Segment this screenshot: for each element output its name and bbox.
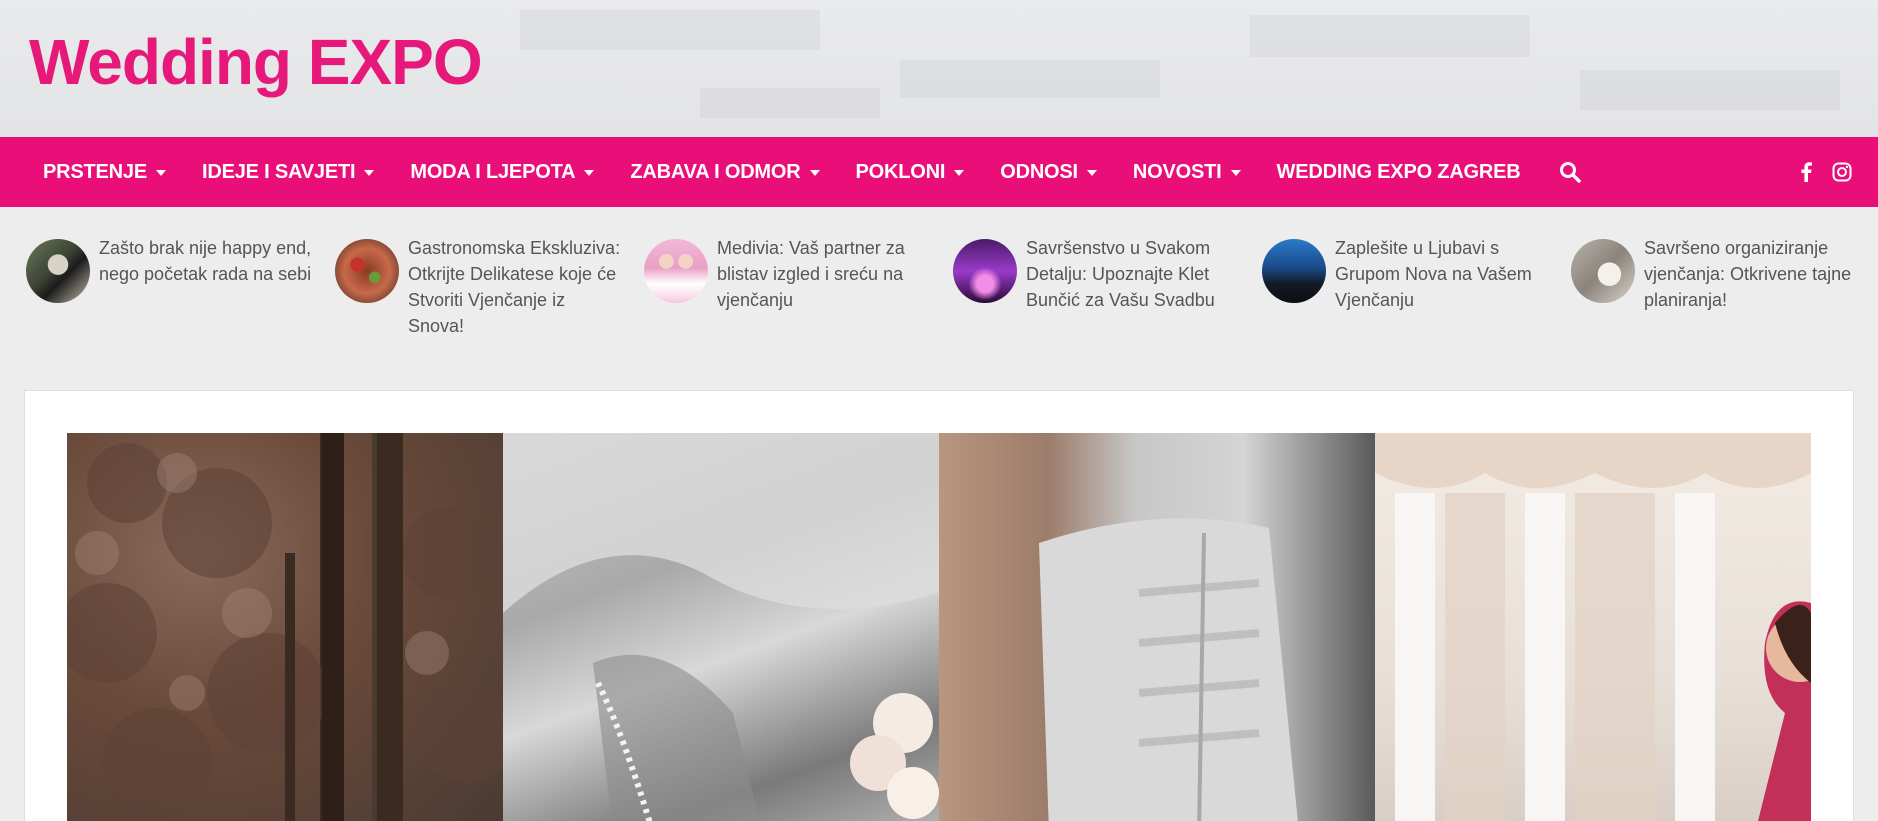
main-navigation: PRSTENJE IDEJE I SAVJETI MODA I LJEPOTA … <box>0 137 1878 207</box>
nav-item-label: MODA I LJEPOTA <box>410 160 576 183</box>
caret-down-icon <box>364 170 375 176</box>
post-thumbnail <box>644 239 708 303</box>
caret-down-icon <box>809 170 820 176</box>
post-title: Savršeno organiziranje vjenčanja: Otkriv… <box>1644 238 1852 310</box>
instagram-icon <box>1832 162 1852 182</box>
venue-texture <box>1375 433 1811 821</box>
social-links <box>1800 137 1852 207</box>
nav-item-label: PRSTENJE <box>43 160 147 183</box>
caret-down-icon <box>1230 170 1241 176</box>
featured-gallery <box>67 433 1811 821</box>
gallery-image-venue-hall[interactable] <box>1375 433 1811 821</box>
nav-item-label: ZABAVA I ODMOR <box>630 160 801 183</box>
featured-posts-strip: Zašto brak nije happy end, nego početak … <box>0 207 1878 336</box>
facebook-link[interactable] <box>1800 162 1812 182</box>
nav-item-label: IDEJE I SAVJETI <box>202 160 356 183</box>
post-title: Medivia: Vaš partner za blistav izgled i… <box>717 238 905 310</box>
caret-down-icon <box>1086 170 1097 176</box>
post-thumbnail <box>953 239 1017 303</box>
gallery-image-forest[interactable] <box>67 433 503 821</box>
shoes-texture <box>503 433 939 821</box>
post-thumbnail <box>1262 239 1326 303</box>
featured-post[interactable]: Zaplešite u Ljubavi s Grupom Nova na Vaš… <box>1262 235 1550 313</box>
nav-item-label: POKLONI <box>855 160 946 183</box>
nav-item-moda-i-ljepota[interactable]: MODA I LJEPOTA <box>410 160 595 184</box>
nav-item-label: WEDDING EXPO ZAGREB <box>1276 160 1521 183</box>
nav-item-novosti[interactable]: NOVOSTI <box>1133 161 1241 184</box>
post-thumbnail <box>1571 239 1635 303</box>
featured-post[interactable]: Savršenstvo u Svakom Detalju: Upoznajte … <box>953 235 1241 313</box>
post-thumbnail <box>26 239 90 303</box>
facebook-icon <box>1801 162 1812 182</box>
nav-item-wedding-expo-zagreb[interactable]: WEDDING EXPO ZAGREB <box>1277 161 1521 184</box>
site-logo[interactable]: Wedding EXPO <box>29 30 483 94</box>
logo-text-expo: EXPO <box>307 26 483 98</box>
featured-post[interactable]: Medivia: Vaš partner za blistav izgled i… <box>644 235 932 313</box>
post-thumbnail <box>335 239 399 303</box>
nav-item-label: NOVOSTI <box>1132 160 1222 183</box>
site-header: Wedding EXPO <box>0 0 1878 137</box>
dress-texture <box>1039 518 1298 821</box>
featured-post[interactable]: Savršeno organiziranje vjenčanja: Otkriv… <box>1571 235 1859 313</box>
logo-text-wedding: Wedding <box>29 26 292 98</box>
post-title: Zaplešite u Ljubavi s Grupom Nova na Vaš… <box>1335 238 1532 310</box>
nav-item-pokloni[interactable]: POKLONI <box>856 161 965 184</box>
search-icon <box>1559 162 1581 183</box>
post-title: Gastronomska Ekskluziva: Otkrijte Delika… <box>408 238 621 336</box>
caret-down-icon <box>156 170 166 176</box>
caret-down-icon <box>954 170 965 176</box>
featured-post[interactable]: Gastronomska Ekskluziva: Otkrijte Delika… <box>335 235 623 339</box>
nav-item-odnosi[interactable]: ODNOSI <box>1000 161 1097 184</box>
nav-item-zabava-i-odmor[interactable]: ZABAVA I ODMOR <box>630 160 820 184</box>
gallery-image-wedding-dress[interactable] <box>939 433 1375 821</box>
nav-item-label: ODNOSI <box>1000 160 1078 183</box>
featured-post[interactable]: Zašto brak nije happy end, nego početak … <box>26 235 314 303</box>
post-title: Zašto brak nije happy end, nego početak … <box>99 238 312 284</box>
post-title: Savršenstvo u Svakom Detalju: Upoznajte … <box>1026 238 1215 310</box>
caret-down-icon <box>584 170 595 176</box>
instagram-link[interactable] <box>1832 162 1852 182</box>
tree-texture <box>67 433 503 821</box>
gallery-image-bridal-shoes[interactable] <box>503 433 939 821</box>
search-button[interactable] <box>1559 161 1581 183</box>
nav-item-prstenje[interactable]: PRSTENJE <box>43 161 166 184</box>
nav-item-ideje-i-savjeti[interactable]: IDEJE I SAVJETI <box>202 160 375 184</box>
content-card <box>24 390 1854 821</box>
